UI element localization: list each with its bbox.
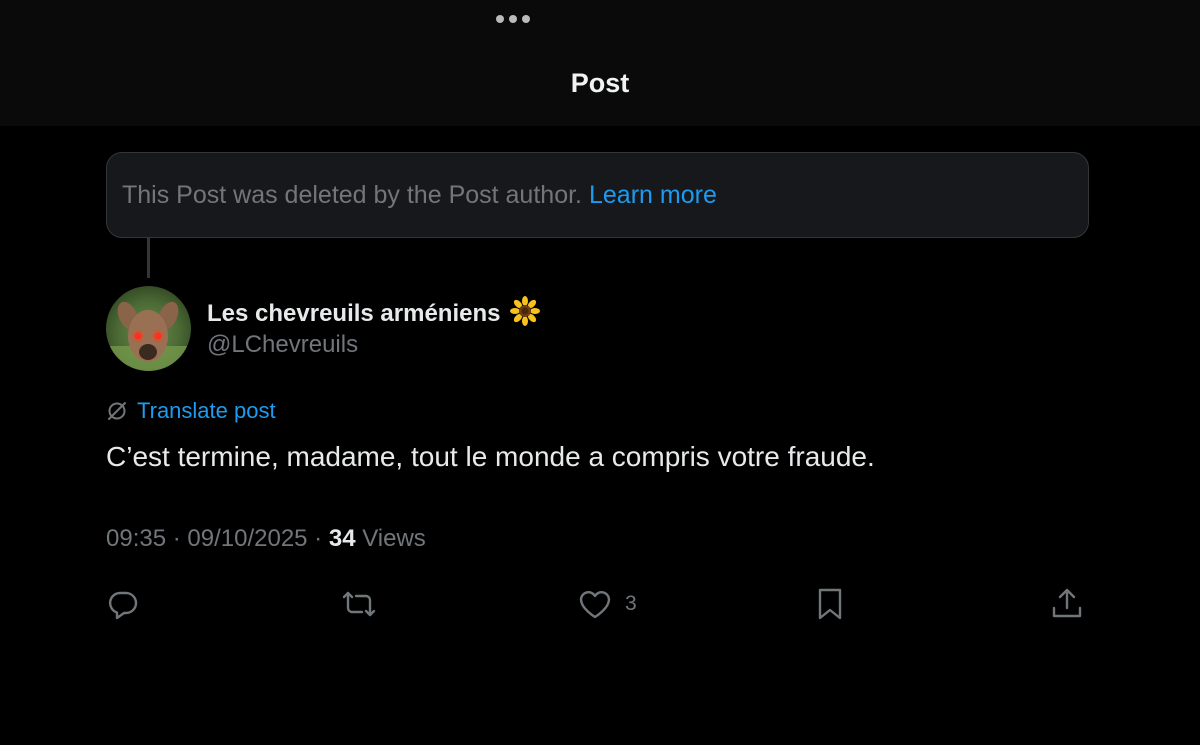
- translate-label[interactable]: Translate post: [137, 398, 276, 424]
- author-handle[interactable]: @LChevreuils: [207, 331, 358, 359]
- reply-icon: [108, 591, 138, 620]
- post-time[interactable]: 09:35: [106, 525, 166, 552]
- deer-avatar-icon: [106, 286, 191, 371]
- heart-icon: [579, 591, 611, 619]
- post-text: C’est termine, madame, tout le monde a c…: [106, 441, 875, 472]
- reply-button[interactable]: [106, 582, 140, 626]
- action-bar: 3: [0, 582, 1200, 626]
- avatar[interactable]: [106, 286, 191, 371]
- thread-connector-line: [147, 238, 150, 278]
- views-count: 34: [328, 525, 356, 552]
- bookmark-icon: [818, 588, 842, 620]
- bookmark-button[interactable]: [814, 582, 846, 626]
- meta-separator: ·: [307, 525, 329, 552]
- like-button[interactable]: 3: [577, 582, 637, 626]
- translate-post-button[interactable]: Translate post: [106, 398, 276, 424]
- meta-separator: ·: [166, 525, 188, 552]
- more-dots-icon[interactable]: [496, 15, 530, 23]
- author-display-name[interactable]: Les chevreuils arméniens: [207, 300, 500, 328]
- like-count: 3: [625, 592, 637, 615]
- post-meta: 09:35 · 09/10/2025 · 34 Views: [106, 525, 426, 553]
- share-icon: [1052, 588, 1082, 618]
- sunflower-icon: [510, 296, 541, 331]
- translate-icon: [108, 402, 126, 420]
- post-date[interactable]: 09/10/2025: [187, 525, 307, 552]
- share-button[interactable]: [1050, 582, 1084, 626]
- top-bar: Post: [0, 0, 1200, 126]
- page-title: Post: [570, 68, 630, 98]
- views-label: Views: [355, 525, 426, 552]
- deleted-post-notice: This Post was deleted by the Post author…: [106, 152, 1089, 238]
- author-name-row[interactable]: Les chevreuils arméniens: [207, 296, 541, 331]
- repost-button[interactable]: [340, 582, 378, 626]
- deleted-notice-text: This Post was deleted by the Post author…: [122, 180, 582, 209]
- repost-icon: [342, 591, 376, 617]
- learn-more-link[interactable]: Learn more: [589, 181, 717, 210]
